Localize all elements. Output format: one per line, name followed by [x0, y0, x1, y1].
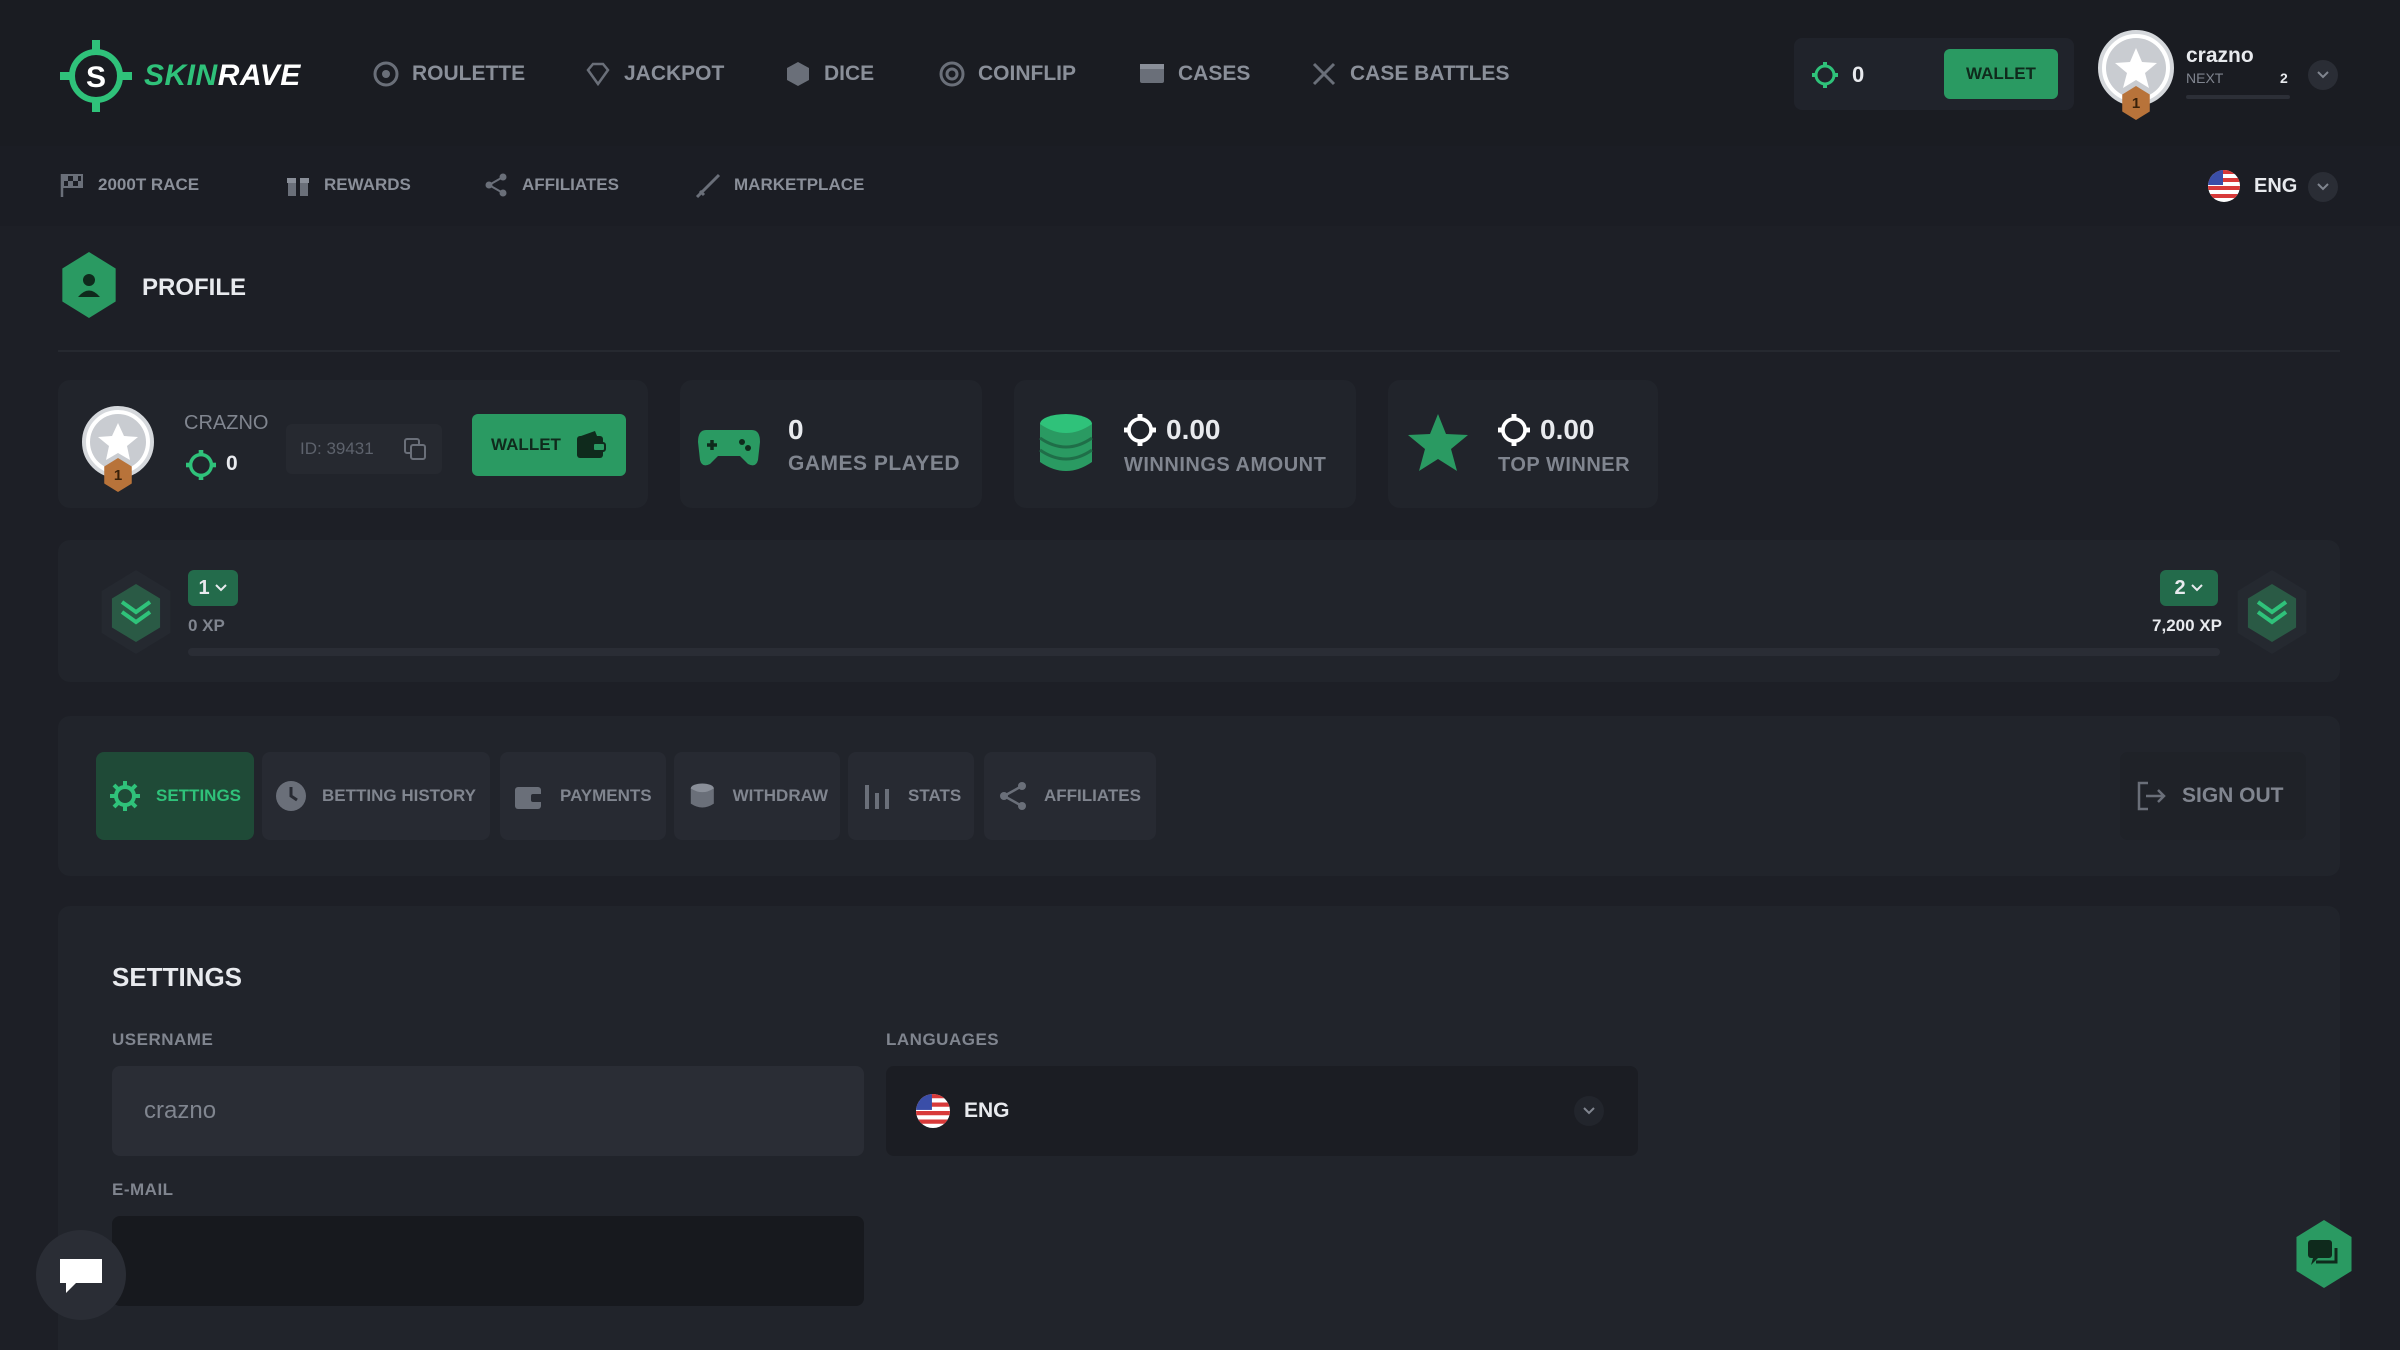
dice-icon	[787, 62, 809, 86]
next-level-badge: 2	[2160, 570, 2218, 606]
username-label: USERNAME	[112, 1030, 214, 1049]
nav-cases[interactable]: CASES	[1138, 60, 1250, 88]
languages-label: LANGUAGES	[886, 1030, 1000, 1049]
subnav-marketplace[interactable]: MARKETPLACE	[694, 171, 864, 199]
nav-coinflip[interactable]: COINFLIP	[938, 60, 1076, 88]
coin-icon	[1812, 62, 1838, 88]
divider	[58, 350, 2340, 352]
roulette-icon	[373, 61, 399, 87]
nav-dice[interactable]: DICE	[784, 60, 874, 88]
gamepad-icon	[698, 430, 760, 466]
swords-icon	[1312, 62, 1336, 86]
logo-icon: S	[60, 40, 132, 112]
gear-icon	[110, 781, 140, 811]
current-level-badge: 1	[188, 570, 238, 606]
support-chat-button[interactable]	[36, 1230, 126, 1320]
coin-icon	[186, 450, 216, 480]
header-username: crazno	[2186, 44, 2254, 67]
copy-icon[interactable]	[402, 436, 428, 462]
stat-label-top-winner: TOP WINNER	[1498, 454, 1631, 476]
brand-name: SKINRAVE	[144, 59, 301, 92]
profile-icon	[62, 252, 116, 318]
stat-value-top-winner: 0.00	[1540, 414, 1595, 445]
chat-bubble-icon	[60, 1259, 102, 1293]
settings-title: SETTINGS	[112, 962, 243, 992]
xp-progress-track	[188, 648, 2220, 656]
chevron-down-icon	[1583, 1107, 1595, 1115]
user-icon	[78, 274, 100, 297]
email-input[interactable]	[112, 1216, 864, 1306]
profile-balance: 0	[226, 452, 238, 475]
chevron-down-icon	[2317, 183, 2329, 191]
tab-withdraw[interactable]: WITHDRAW	[674, 752, 840, 840]
rifle-icon	[695, 173, 721, 199]
us-flag-icon	[2208, 170, 2240, 202]
wallet-icon	[576, 431, 606, 458]
header-wallet-button[interactable]: WALLET	[1944, 49, 2058, 99]
wallet-icon	[515, 787, 543, 809]
language-select-toggle[interactable]	[1574, 1096, 1604, 1126]
sign-out-icon	[2137, 781, 2166, 811]
tab-affiliates[interactable]: AFFILIATES	[984, 752, 1156, 840]
svg-text:S: S	[86, 61, 106, 94]
case-icon	[1140, 64, 1164, 83]
stat-value-winnings: 0.00	[1166, 414, 1221, 445]
tab-payments[interactable]: PAYMENTS	[500, 752, 666, 840]
nav-roulette[interactable]: ROULETTE	[372, 60, 525, 88]
share-icon	[485, 173, 507, 197]
stat-label-winnings: WINNINGS AMOUNT	[1124, 454, 1327, 476]
nav-case-battles[interactable]: CASE BATTLES	[1310, 60, 1509, 88]
coin-icon	[939, 61, 965, 87]
coins-icon	[690, 783, 714, 808]
clock-icon	[276, 781, 306, 811]
stat-value-games: 0	[788, 414, 804, 445]
nav-jackpot[interactable]: JACKPOT	[584, 60, 724, 88]
gift-icon	[287, 178, 309, 196]
coin-icon	[1498, 414, 1530, 446]
subnav-rewards[interactable]: REWARDS	[284, 171, 411, 199]
share-icon	[1000, 782, 1026, 810]
profile-id: ID: 39431	[300, 439, 374, 458]
language-toggle[interactable]	[2308, 172, 2338, 202]
coin-icon	[1124, 414, 1156, 446]
next-level-value: 2	[2280, 70, 2288, 86]
language-select-value: ENG	[964, 1099, 1010, 1122]
profile-name: CRAZNO	[184, 412, 269, 434]
subnav-affiliates[interactable]: AFFILIATES	[482, 171, 619, 199]
tab-stats[interactable]: STATS	[848, 752, 974, 840]
header-xp-bar	[2186, 95, 2290, 99]
xp-progress-card	[58, 540, 2340, 682]
chevron-down-icon	[2190, 584, 2203, 592]
username-input[interactable]: crazno	[112, 1066, 864, 1156]
next-level-label: NEXT	[2186, 70, 2224, 86]
tab-betting-history[interactable]: BETTING HISTORY	[262, 752, 490, 840]
header-balance-value: 0	[1852, 62, 1865, 87]
chevron-down-icon	[214, 584, 227, 592]
current-xp: 0 XP	[188, 616, 225, 635]
subnav-race[interactable]: 2000T RACE	[58, 171, 199, 199]
star-icon	[1408, 414, 1468, 471]
logo[interactable]: S SKINRAVE	[58, 38, 301, 114]
page-title: PROFILE	[142, 274, 247, 301]
email-label: E-MAIL	[112, 1180, 174, 1199]
language-code[interactable]: ENG	[2254, 175, 2297, 198]
stat-label-games: GAMES PLAYED	[788, 452, 961, 475]
next-xp: 7,200 XP	[2152, 616, 2222, 635]
flag-icon	[60, 174, 83, 197]
user-menu-toggle[interactable]	[2308, 60, 2338, 90]
diamond-icon	[586, 62, 610, 87]
bars-icon	[865, 785, 889, 809]
profile-wallet-button[interactable]: WALLET	[472, 414, 626, 476]
chat-icon	[2308, 1240, 2338, 1265]
chevron-down-icon	[2317, 71, 2329, 79]
us-flag-icon	[916, 1094, 950, 1128]
sign-out-button[interactable]: SIGN OUT	[2120, 752, 2306, 840]
coins-stack-icon	[1039, 414, 1093, 471]
tab-settings[interactable]: SETTINGS	[96, 752, 254, 840]
